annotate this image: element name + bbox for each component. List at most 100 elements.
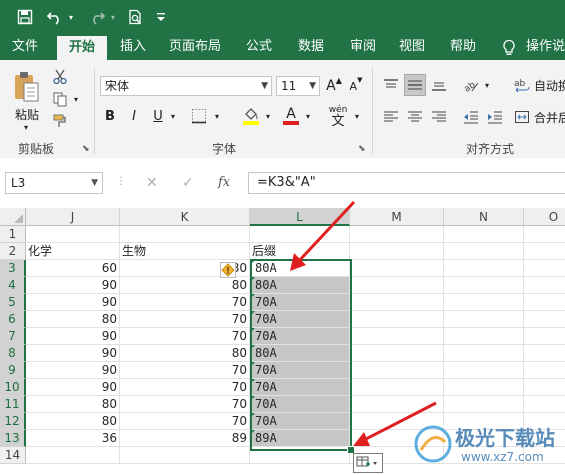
cell-k14[interactable] [120, 447, 250, 464]
column-header-n[interactable]: N [444, 208, 524, 226]
underline-dropdown-icon[interactable]: ▾ [168, 108, 178, 124]
cell-m11[interactable] [350, 396, 444, 413]
cell-j11[interactable]: 80 [26, 396, 120, 413]
paste-dropdown-icon[interactable]: ▾ [20, 122, 32, 132]
cell-l9[interactable]: 70A [250, 362, 350, 379]
insert-function-icon[interactable]: fx [218, 175, 230, 190]
cell-m7[interactable] [350, 328, 444, 345]
tell-me-search[interactable]: 操作说 [526, 34, 565, 60]
cell-k10[interactable]: 70 [120, 379, 250, 396]
cell-o1[interactable] [524, 226, 565, 243]
cell-n4[interactable] [444, 277, 524, 294]
cell-o7[interactable] [524, 328, 565, 345]
redo-dropdown-icon[interactable]: ▾ [108, 7, 118, 27]
cell-k13[interactable]: 89 [120, 430, 250, 447]
cell-k8[interactable]: 80 [120, 345, 250, 362]
auto-fill-options-button[interactable] [353, 453, 383, 473]
row-header[interactable]: 6 [0, 311, 26, 328]
align-top-icon[interactable] [380, 74, 402, 96]
tab-insert[interactable]: 插入 [112, 34, 154, 60]
borders-icon[interactable] [188, 106, 210, 126]
align-left-icon[interactable] [380, 106, 402, 128]
decrease-indent-icon[interactable] [460, 106, 482, 128]
error-warning-icon[interactable] [220, 262, 236, 278]
save-icon[interactable] [14, 7, 36, 27]
lightbulb-icon[interactable] [500, 38, 518, 58]
cell-l13[interactable]: 89A [250, 430, 350, 447]
cell-o3[interactable] [524, 260, 565, 277]
cell-j7[interactable]: 90 [26, 328, 120, 345]
font-color-dropdown-icon[interactable]: ▾ [303, 108, 313, 124]
row-header[interactable]: 14 [0, 447, 26, 464]
cell-l4[interactable]: 80A [250, 277, 350, 294]
cell-n8[interactable] [444, 345, 524, 362]
row-header[interactable]: 11 [0, 396, 26, 413]
cell-k6[interactable]: 70 [120, 311, 250, 328]
merge-center-icon[interactable] [512, 106, 532, 128]
merge-center-button[interactable]: 合并后 [534, 108, 565, 126]
tab-page-layout[interactable]: 页面布局 [160, 34, 230, 60]
cell-m10[interactable] [350, 379, 444, 396]
cell-o11[interactable] [524, 396, 565, 413]
bold-button[interactable]: B [100, 106, 120, 126]
cell-n6[interactable] [444, 311, 524, 328]
cell-m9[interactable] [350, 362, 444, 379]
cell-j8[interactable]: 90 [26, 345, 120, 362]
cell-m8[interactable] [350, 345, 444, 362]
paste-icon[interactable] [10, 68, 44, 106]
cell-m3[interactable] [350, 260, 444, 277]
cell-n7[interactable] [444, 328, 524, 345]
cell-n5[interactable] [444, 294, 524, 311]
redo-icon[interactable] [86, 7, 108, 27]
orientation-icon[interactable]: ab [460, 74, 482, 96]
row-header[interactable]: 8 [0, 345, 26, 362]
cell-n3[interactable] [444, 260, 524, 277]
cell-k4[interactable]: 80 [120, 277, 250, 294]
fill-color-icon[interactable] [240, 104, 262, 128]
cell-k5[interactable]: 70 [120, 294, 250, 311]
row-header[interactable]: 2 [0, 243, 26, 260]
cell-l3[interactable]: 80A [250, 260, 350, 277]
cell-m4[interactable] [350, 277, 444, 294]
undo-icon[interactable] [44, 7, 66, 27]
cut-icon[interactable] [50, 68, 70, 86]
cell-m2[interactable] [350, 243, 444, 260]
cell-j2[interactable]: 化学 [26, 243, 120, 260]
align-middle-icon[interactable] [404, 74, 426, 96]
format-painter-icon[interactable] [50, 112, 70, 130]
print-preview-icon[interactable] [124, 7, 146, 27]
cell-j12[interactable]: 80 [26, 413, 120, 430]
cell-l14[interactable] [250, 447, 350, 464]
increase-indent-icon[interactable] [484, 106, 506, 128]
increase-font-size-button[interactable]: A ▲ [324, 76, 344, 96]
cell-l2[interactable]: 后缀 [250, 243, 350, 260]
font-color-button[interactable]: A [280, 104, 302, 128]
cell-j3[interactable]: 60 [26, 260, 120, 277]
tab-view[interactable]: 视图 [392, 34, 432, 60]
cell-l8[interactable]: 80A [250, 345, 350, 362]
underline-button[interactable]: U [148, 106, 168, 126]
row-header[interactable]: 10 [0, 379, 26, 396]
row-header[interactable]: 5 [0, 294, 26, 311]
font-dialog-launcher-icon[interactable]: ⬊ [358, 144, 366, 154]
orientation-dropdown-icon[interactable]: ▾ [482, 78, 492, 92]
row-header[interactable]: 1 [0, 226, 26, 243]
tab-home[interactable]: 开始 [57, 36, 107, 60]
column-header-k[interactable]: K [120, 208, 250, 226]
decrease-font-size-button[interactable]: A ▼ [346, 76, 366, 96]
cell-o10[interactable] [524, 379, 565, 396]
enter-entry-icon[interactable]: ✓ [182, 175, 194, 191]
name-box[interactable]: L3 ▼ [5, 172, 103, 194]
tab-help[interactable]: 帮助 [440, 34, 486, 60]
cell-o4[interactable] [524, 277, 565, 294]
cell-j6[interactable]: 80 [26, 311, 120, 328]
cell-k7[interactable]: 70 [120, 328, 250, 345]
row-header[interactable]: 4 [0, 277, 26, 294]
select-all-button[interactable] [0, 208, 26, 226]
clipboard-dialog-launcher-icon[interactable]: ⬊ [82, 144, 90, 154]
customize-toolbar-icon[interactable] [154, 7, 168, 27]
column-header-m[interactable]: M [350, 208, 444, 226]
cell-n10[interactable] [444, 379, 524, 396]
cell-o5[interactable] [524, 294, 565, 311]
cell-j4[interactable]: 90 [26, 277, 120, 294]
